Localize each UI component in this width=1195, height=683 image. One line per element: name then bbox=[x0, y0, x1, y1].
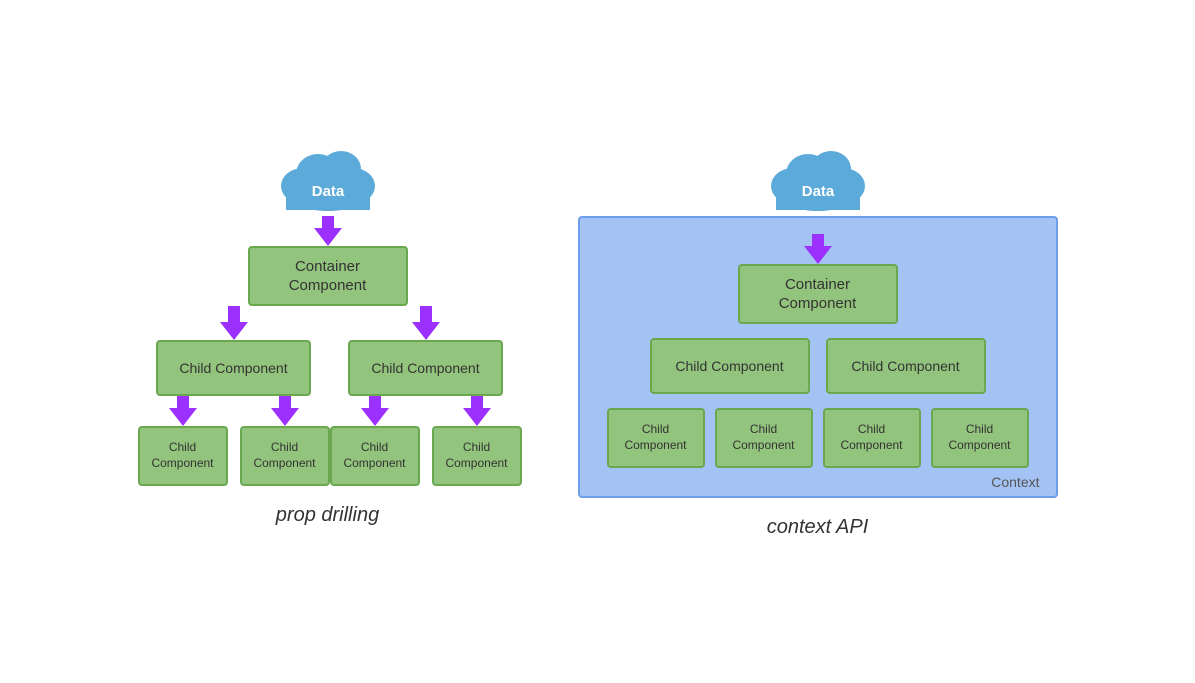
left-child-left-box: Child Component bbox=[156, 340, 311, 396]
left-grandchild-lr: Child Component bbox=[240, 396, 330, 486]
right-grandchildren-row: Child Component Child Component Child Co… bbox=[607, 408, 1029, 468]
svg-text:Data: Data bbox=[801, 183, 834, 200]
diagrams-container: Data Container Component Child Component bbox=[0, 124, 1195, 559]
right-grandchild-2: Child Component bbox=[715, 408, 813, 468]
right-grandchild-1: Child Component bbox=[607, 408, 705, 468]
left-branch-left: Child Component Child Component Child Co… bbox=[138, 306, 330, 486]
left-cloud-arrow bbox=[314, 216, 342, 246]
right-grandchild-4: Child Component bbox=[931, 408, 1029, 468]
right-cloud-icon: Data bbox=[763, 144, 873, 216]
left-grandchild-rl: Child Component bbox=[330, 396, 420, 486]
left-branch-right: Child Component Child Component Child Co… bbox=[330, 306, 522, 486]
context-label: Context bbox=[991, 474, 1039, 490]
right-diagram-label: context API bbox=[767, 516, 869, 539]
svg-text:Data: Data bbox=[311, 183, 344, 200]
right-container-box: Container Component bbox=[738, 264, 898, 324]
right-child-right: Child Component bbox=[826, 338, 986, 394]
context-box: Container Component Child Component Chil… bbox=[578, 216, 1058, 498]
left-cloud-icon: Data bbox=[273, 144, 383, 216]
left-grandchild-rr: Child Component bbox=[432, 396, 522, 486]
left-grandchild-ll: Child Component bbox=[138, 396, 228, 486]
left-branch-left-arrow1 bbox=[220, 306, 248, 340]
right-child-left: Child Component bbox=[650, 338, 810, 394]
right-cloud-wrapper: Data bbox=[763, 144, 873, 216]
context-api-diagram: Data Container Component Child Component… bbox=[578, 144, 1058, 539]
right-grandchild-3: Child Component bbox=[823, 408, 921, 468]
prop-drilling-diagram: Data Container Component Child Component bbox=[138, 144, 518, 527]
left-diagram-label: prop drilling bbox=[276, 504, 379, 527]
right-cloud-arrow bbox=[804, 234, 832, 264]
right-children-row: Child Component Child Component bbox=[650, 338, 986, 394]
left-container-box: Container Component bbox=[248, 246, 408, 306]
left-child-right-box: Child Component bbox=[348, 340, 503, 396]
left-branch-right-arrow1 bbox=[412, 306, 440, 340]
left-cloud-wrapper: Data bbox=[273, 144, 383, 246]
